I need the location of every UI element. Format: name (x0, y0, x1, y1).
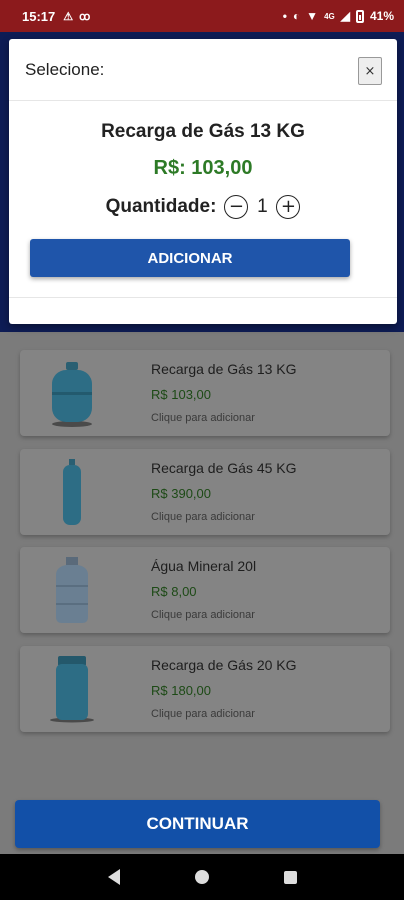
close-icon[interactable]: × (358, 57, 382, 85)
data-saver-icon: ◐ (292, 9, 301, 23)
modal-divider (9, 297, 397, 298)
add-button[interactable]: ADICIONAR (30, 239, 350, 277)
modal-title: Selecione: (25, 60, 105, 79)
status-bar: 15:17 ⚠ ꝏ • ◐ ▼ 4G ◢ 41% (0, 0, 404, 32)
battery-percent: 41% (369, 9, 394, 23)
network-type: 4G (324, 11, 335, 21)
wifi-icon: ▼ (306, 9, 319, 23)
modal-product-name: Recarga de Gás 13 KG (101, 121, 305, 142)
gas-cylinder-20-icon (50, 656, 94, 723)
recent-apps-icon[interactable] (283, 870, 297, 884)
battery-icon (355, 9, 364, 23)
quantity-value: 1 (257, 196, 268, 217)
status-time: 15:17 (22, 8, 56, 24)
dot-icon: • (282, 9, 287, 23)
product-price: R$ 180,00 (151, 683, 211, 698)
product-hint: Clique para adicionar (151, 609, 255, 621)
select-modal: Selecione: × Recarga de Gás 13 KG R$: 10… (9, 39, 397, 324)
product-hint: Clique para adicionar (151, 708, 255, 720)
product-price: R$ 8,00 (151, 584, 197, 599)
back-icon[interactable] (107, 869, 120, 885)
product-hint: Clique para adicionar (151, 511, 255, 523)
quantity-label: Quantidade: (105, 196, 217, 217)
signal-icon: ◢ (340, 9, 350, 23)
gas-cylinder-icon (52, 362, 92, 427)
warning-icon: ⚠ (63, 10, 74, 23)
quantity-stepper: Quantidade: − 1 + (9, 195, 397, 219)
tall-gas-cylinder-icon (63, 459, 81, 525)
navigation-bar (0, 854, 404, 900)
water-jug-icon (56, 557, 88, 623)
product-card[interactable]: Recarga de Gás 13 KG R$ 103,00 Clique pa… (20, 350, 390, 436)
product-name: Recarga de Gás 45 KG (151, 460, 297, 476)
product-price: R$ 103,00 (151, 387, 211, 402)
product-card[interactable]: Recarga de Gás 45 KG R$ 390,00 Clique pa… (20, 449, 390, 535)
minus-circle-icon[interactable]: − (224, 195, 249, 219)
home-icon[interactable] (194, 870, 209, 884)
modal-header: Selecione: × (9, 39, 397, 101)
product-name: Recarga de Gás 13 KG (151, 361, 297, 377)
product-price: R$ 390,00 (151, 486, 211, 501)
product-name: Água Mineral 20l (151, 558, 257, 574)
product-card[interactable]: Água Mineral 20l R$ 8,00 Clique para adi… (20, 547, 390, 633)
product-name: Recarga de Gás 20 KG (151, 657, 297, 673)
voicemail-icon: ꝏ (79, 10, 91, 23)
product-card[interactable]: Recarga de Gás 20 KG R$ 180,00 Clique pa… (20, 646, 390, 732)
product-hint: Clique para adicionar (151, 412, 255, 424)
modal-price: R$: 103,00 (153, 157, 253, 179)
plus-circle-icon[interactable]: + (276, 195, 301, 219)
continue-button[interactable]: CONTINUAR (15, 800, 380, 848)
